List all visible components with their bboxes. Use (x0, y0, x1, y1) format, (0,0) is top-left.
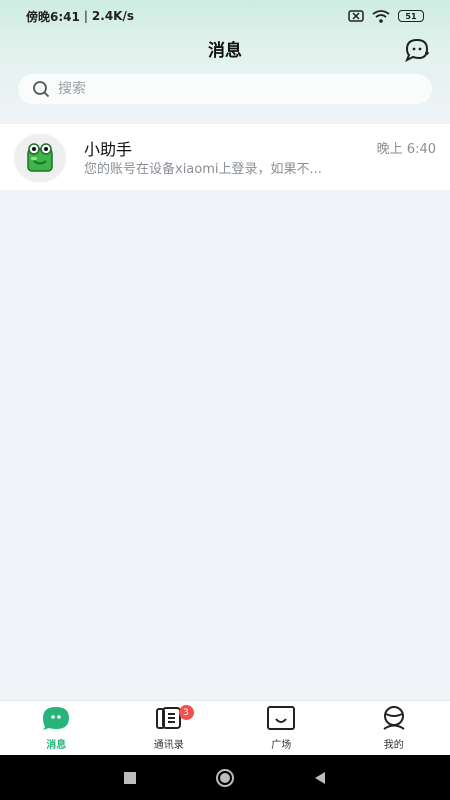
tab-label: 我的 (383, 740, 404, 751)
tab-profile[interactable]: 我的 (338, 701, 450, 755)
conversation-name: 小助手 (84, 140, 133, 159)
tab-label: 消息 (46, 740, 67, 751)
frog-avatar-icon (14, 134, 66, 182)
chat-add-icon[interactable] (404, 36, 430, 62)
recent-apps-icon[interactable] (123, 771, 137, 785)
message-bubble-icon (43, 707, 70, 730)
contacts-badge: 3 (178, 705, 194, 720)
back-icon[interactable] (313, 771, 327, 785)
sim-off-icon (348, 10, 364, 22)
tab-label: 广场 (271, 740, 292, 751)
tab-messages[interactable]: 消息 (0, 701, 113, 755)
conversation-preview: 您的账号在设备xiaomi上登录，如果不... (84, 162, 322, 177)
search-input[interactable] (58, 81, 398, 97)
search-icon (33, 81, 50, 98)
tab-contacts[interactable]: 3 通讯录 (113, 701, 226, 755)
square-icon (267, 706, 296, 730)
profile-icon (383, 706, 405, 730)
header: 傍晚6:41 | 2.4K/s 51 消息 (0, 0, 450, 120)
system-nav-bar (0, 755, 450, 800)
page-title: 消息 (208, 40, 242, 61)
title-bar: 消息 (0, 32, 450, 64)
status-bar: 傍晚6:41 | 2.4K/s 51 (0, 0, 450, 32)
tab-square[interactable]: 广场 (225, 701, 338, 755)
conversation-time: 晚上 6:40 (376, 142, 436, 157)
home-icon[interactable] (215, 768, 235, 788)
search-bar[interactable] (18, 74, 432, 104)
tab-label: 通讯录 (153, 740, 184, 751)
bottom-tab-bar: 消息 3 通讯录 广场 我的 (0, 700, 450, 755)
battery-icon: 51 (398, 10, 424, 22)
conversation-item[interactable]: 小助手 您的账号在设备xiaomi上登录，如果不... 晚上 6:40 (0, 124, 450, 190)
network-speed: 2.4K/s (91, 9, 134, 23)
battery-level: 51 (405, 11, 417, 21)
wifi-icon (372, 9, 390, 23)
status-time: 傍晚6:41 (26, 9, 80, 24)
status-divider: | (83, 9, 88, 23)
